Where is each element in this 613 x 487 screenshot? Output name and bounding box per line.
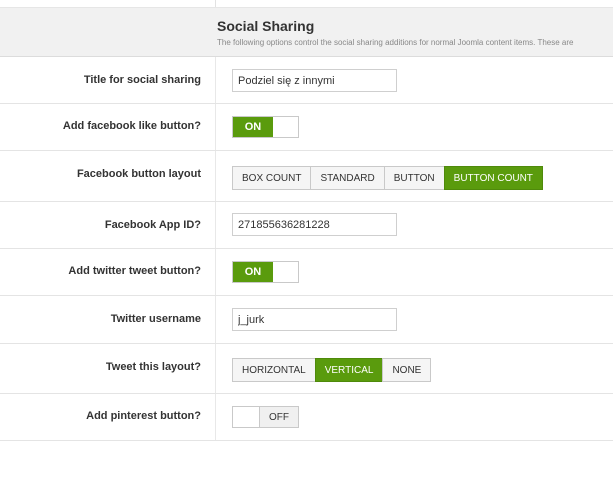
column-divider xyxy=(215,296,216,343)
column-divider xyxy=(215,57,216,103)
twitter-tweet-label: Add twitter tweet button? xyxy=(68,265,201,277)
column-divider xyxy=(215,394,216,440)
facebook-like-toggle[interactable]: ON xyxy=(232,116,299,138)
toggle-on-label: ON xyxy=(233,117,273,137)
tweet-layout-none-button[interactable]: NONE xyxy=(382,358,432,382)
facebook-like-label: Add facebook like button? xyxy=(62,120,201,132)
facebook-appid-label: Facebook App ID? xyxy=(104,219,201,231)
tweet-layout-horizontal-button[interactable]: HORIZONTAL xyxy=(232,358,316,382)
facebook-layout-label: Facebook button layout xyxy=(76,168,201,180)
row-pinterest: Add pinterest button? OFF xyxy=(0,394,613,441)
fb-layout-standard-button[interactable]: STANDARD xyxy=(310,166,385,190)
column-divider xyxy=(215,344,216,393)
twitter-tweet-toggle[interactable]: ON xyxy=(232,261,299,283)
row-facebook-like: Add facebook like button? ON xyxy=(0,104,613,151)
title-social-input[interactable] xyxy=(232,69,397,92)
toggle-off-label: OFF xyxy=(260,407,298,427)
section-header: Social Sharing The following options con… xyxy=(0,8,613,57)
column-divider xyxy=(215,151,216,201)
fb-layout-box-count-button[interactable]: BOX COUNT xyxy=(232,166,312,190)
row-title-social: Title for social sharing xyxy=(0,57,613,104)
column-divider xyxy=(215,104,216,150)
row-twitter-tweet: Add twitter tweet button? ON xyxy=(0,249,613,296)
row-tweet-layout: Tweet this layout? HORIZONTAL VERTICAL N… xyxy=(0,344,613,394)
row-facebook-layout: Facebook button layout BOX COUNT STANDAR… xyxy=(0,151,613,202)
row-twitter-username: Twitter username xyxy=(0,296,613,344)
tweet-layout-vertical-button[interactable]: VERTICAL xyxy=(314,358,384,382)
facebook-layout-group: BOX COUNT STANDARD BUTTON BUTTON COUNT xyxy=(232,166,543,190)
twitter-username-input[interactable] xyxy=(232,308,397,331)
pinterest-toggle[interactable]: OFF xyxy=(232,406,299,428)
toggle-on-label: ON xyxy=(233,262,273,282)
tweet-layout-group: HORIZONTAL VERTICAL NONE xyxy=(232,358,432,382)
toggle-knob xyxy=(273,117,298,137)
toggle-knob xyxy=(273,262,298,282)
fb-layout-button-button[interactable]: BUTTON xyxy=(383,166,445,190)
column-divider xyxy=(215,0,216,7)
section-description: The following options control the social… xyxy=(217,38,574,47)
settings-form: Title for social sharing Add facebook li… xyxy=(0,57,613,441)
column-divider xyxy=(215,249,216,295)
twitter-username-label: Twitter username xyxy=(110,313,201,325)
row-facebook-appid: Facebook App ID? xyxy=(0,202,613,249)
column-divider xyxy=(215,202,216,248)
top-strip xyxy=(0,0,613,8)
section-title: Social Sharing xyxy=(217,18,315,34)
toggle-knob xyxy=(233,407,260,427)
title-social-label: Title for social sharing xyxy=(83,74,201,86)
fb-layout-button-count-button[interactable]: BUTTON COUNT xyxy=(443,166,543,190)
tweet-layout-label: Tweet this layout? xyxy=(105,361,201,373)
facebook-appid-input[interactable] xyxy=(232,213,397,236)
pinterest-label: Add pinterest button? xyxy=(86,410,201,422)
